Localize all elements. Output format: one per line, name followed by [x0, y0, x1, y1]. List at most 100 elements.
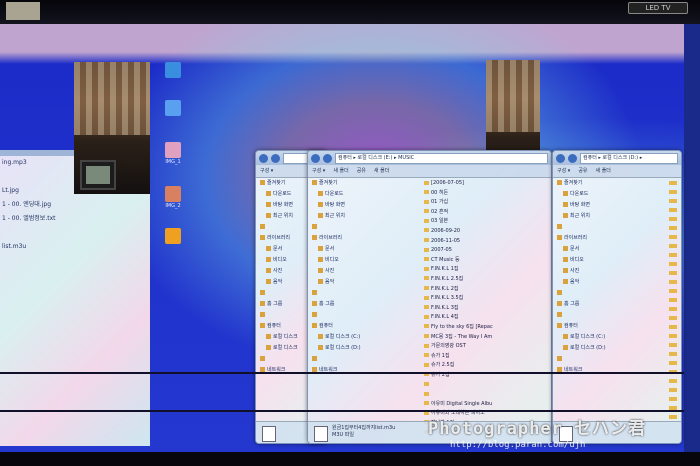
back-arrow-icon[interactable] [311, 153, 320, 163]
nav-item[interactable] [256, 222, 312, 233]
folder-row[interactable]: 03 일본 [424, 217, 549, 227]
address-bar[interactable]: 컴퓨터 ▸ 로컬 디스크 (D:) ▸ [580, 152, 678, 164]
nav-item[interactable]: 다운로드 [256, 189, 312, 200]
nav-item[interactable]: 비디오 [553, 255, 609, 266]
back-arrow-icon[interactable] [556, 153, 565, 163]
nav-item[interactable]: 바탕 화면 [256, 200, 312, 211]
toolbar-item[interactable]: 구성 ▾ [260, 165, 273, 177]
nav-item[interactable]: 홈 그룹 [256, 299, 312, 310]
nav-item[interactable]: 로컬 디스크 [256, 343, 312, 354]
nav-item[interactable]: 최근 위치 [256, 211, 312, 222]
folder-row[interactable]: [2006-07-05] [424, 179, 549, 189]
nav-item[interactable] [256, 288, 312, 299]
file-row[interactable] [0, 226, 150, 240]
nav-item[interactable]: 음악 [256, 277, 312, 288]
nav-item[interactable]: 즐겨찾기 [553, 178, 609, 189]
nav-item[interactable]: 음악 [553, 277, 609, 288]
desktop-photo[interactable] [74, 62, 150, 194]
nav-item[interactable]: 문서 [256, 244, 312, 255]
back-arrow-icon[interactable] [259, 153, 268, 163]
nav-item[interactable]: 사진 [553, 266, 609, 277]
folder-row[interactable]: F.IN.K.L 4집 [424, 313, 549, 323]
nav-item[interactable]: 최근 위치 [553, 211, 609, 222]
nav-item[interactable]: 홈 그룹 [308, 299, 364, 310]
address-bar[interactable]: 컴퓨터 ▸ 로컬 디스크 (E:) ▸ MUSIC [335, 152, 548, 164]
folder-row[interactable]: 01 가십 [424, 198, 549, 208]
file-row[interactable]: 1 - 00. 엘범정보.txt [0, 212, 150, 226]
nav-item[interactable]: 라이브러리 [553, 233, 609, 244]
nav-item[interactable] [308, 222, 364, 233]
forward-arrow-icon[interactable] [323, 153, 332, 163]
forward-arrow-icon[interactable] [271, 153, 280, 163]
explorer-window-main[interactable]: 컴퓨터 ▸ 로컬 디스크 (E:) ▸ MUSIC 구성 ▾ 새 폴더 공유 새 폴더 즐… [307, 150, 552, 444]
nav-item[interactable]: 즐겨찾기 [308, 178, 364, 189]
nav-item[interactable]: 비디오 [256, 255, 312, 266]
desktop-icon[interactable] [162, 228, 184, 245]
nav-item[interactable]: 즐겨찾기 [256, 178, 312, 189]
nav-item[interactable] [553, 288, 609, 299]
folder-row[interactable]: F.IN.K.L 3.5집 [424, 294, 549, 304]
nav-item[interactable]: 네트워크 [553, 365, 609, 376]
desktop-icon[interactable] [162, 62, 184, 79]
forward-arrow-icon[interactable] [568, 153, 577, 163]
nav-item[interactable]: 사진 [256, 266, 312, 277]
folder-row[interactable]: CT Music 등 [424, 256, 549, 266]
folder-row[interactable]: 2007-05 [424, 246, 549, 256]
folder-row[interactable]: 00 히든 [424, 189, 549, 199]
toolbar-item[interactable]: 새 폴더 [596, 165, 611, 177]
folder-row[interactable]: MC몽 3집 - The Way I Am [424, 333, 549, 343]
nav-item[interactable] [256, 310, 312, 321]
desktop-icon[interactable]: IMG_2 [162, 186, 184, 209]
nav-item[interactable]: 컴퓨터 [553, 321, 609, 332]
toolbar-item[interactable]: 공유 [578, 165, 587, 177]
file-row[interactable]: list.m3u [0, 240, 150, 254]
nav-item[interactable]: 로컬 디스크 [256, 332, 312, 343]
nav-item[interactable]: 로컬 디스크 (C:) [553, 332, 609, 343]
folder-row[interactable]: 02 흔적 [424, 208, 549, 218]
desktop-icon[interactable]: IMG_1 [162, 142, 184, 165]
folder-row[interactable]: F.IN.K.L 2집 [424, 285, 549, 295]
nav-item[interactable]: 컴퓨터 [308, 321, 364, 332]
nav-item[interactable]: 다운로드 [308, 189, 364, 200]
nav-item[interactable]: 로컬 디스크 (D:) [308, 343, 364, 354]
nav-item[interactable]: 비디오 [308, 255, 364, 266]
nav-item[interactable]: 라이브러리 [308, 233, 364, 244]
nav-item[interactable] [553, 222, 609, 233]
nav-item[interactable]: 로컬 디스크 (D:) [553, 343, 609, 354]
folder-row[interactable] [424, 390, 549, 400]
nav-item[interactable]: 최근 위치 [308, 211, 364, 222]
nav-item[interactable] [256, 354, 312, 365]
folder-row[interactable]: 2006-11-05 [424, 237, 549, 247]
toolbar-item[interactable]: 구성 ▾ [312, 165, 325, 177]
folder-row[interactable] [424, 380, 549, 390]
nav-item[interactable]: 로컬 디스크 (C:) [308, 332, 364, 343]
nav-item[interactable]: 네트워크 [308, 365, 364, 376]
toolbar-item[interactable]: 새 폴더 [374, 165, 389, 177]
nav-item[interactable] [553, 354, 609, 365]
explorer-window-right[interactable]: 컴퓨터 ▸ 로컬 디스크 (D:) ▸ 구성 ▾ 공유 새 폴더 즐겨찾기 다운로드 바탕 … [552, 150, 682, 444]
nav-item[interactable]: 홈 그룹 [553, 299, 609, 310]
nav-item[interactable]: 라이브러리 [256, 233, 312, 244]
folder-row[interactable]: Fly to the sky 6집 [Repac [424, 323, 549, 333]
toolbar-item[interactable]: 새 폴더 [333, 165, 348, 177]
folder-row[interactable]: F.IN.K.L 2.5집 [424, 275, 549, 285]
folder-row[interactable]: 슈가 2.5집 [424, 361, 549, 371]
folder-row[interactable]: 가문의영광 OST [424, 342, 549, 352]
nav-item[interactable] [553, 310, 609, 321]
nav-item[interactable]: 문서 [553, 244, 609, 255]
nav-item[interactable]: 바탕 화면 [553, 200, 609, 211]
desktop-icon[interactable] [162, 100, 184, 117]
nav-item[interactable]: 다운로드 [553, 189, 609, 200]
folder-row[interactable]: 2006-09-20 [424, 227, 549, 237]
folder-row[interactable]: 아유미 Digital Single Albu [424, 400, 549, 410]
file-row[interactable]: 1 - 00. 엔딩대.jpg [0, 198, 150, 212]
nav-item[interactable] [308, 354, 364, 365]
folder-row[interactable]: F.IN.K.L 1집 [424, 265, 549, 275]
toolbar-item[interactable]: 구성 ▾ [557, 165, 570, 177]
nav-item[interactable] [308, 310, 364, 321]
nav-item[interactable]: 음악 [308, 277, 364, 288]
nav-item[interactable]: 사진 [308, 266, 364, 277]
toolbar-item[interactable]: 공유 [357, 165, 366, 177]
nav-item[interactable]: 바탕 화면 [308, 200, 364, 211]
nav-item[interactable] [308, 288, 364, 299]
